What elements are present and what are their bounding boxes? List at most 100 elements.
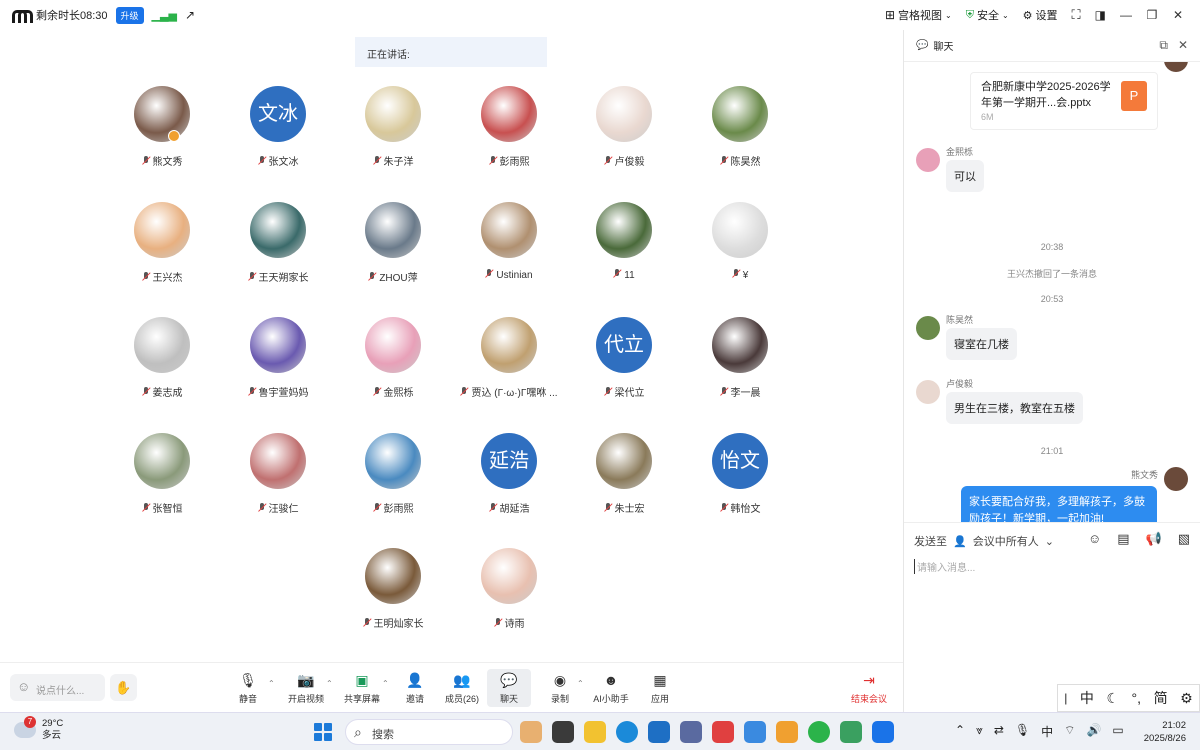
microphone-icon[interactable]: 🎙 bbox=[1015, 723, 1030, 740]
cloud-app-icon[interactable] bbox=[744, 721, 766, 743]
battery-icon[interactable]: ▭ bbox=[1112, 723, 1123, 740]
participant-tile[interactable]: 王兴杰 bbox=[104, 202, 220, 302]
reaction-input[interactable]: 说点什么... bbox=[10, 674, 105, 701]
tray-app-icon[interactable]: ⩔ bbox=[976, 723, 983, 740]
speaker-icon[interactable]: 🔊 bbox=[1086, 723, 1101, 740]
moon-icon[interactable]: ☾ bbox=[1106, 690, 1119, 707]
close-chat-icon[interactable]: ✕ bbox=[1178, 38, 1188, 53]
settings-button[interactable]: ⚙ 设置 bbox=[1023, 7, 1058, 23]
avatar bbox=[712, 86, 768, 142]
message-bubble: 男生在三楼，教室在五楼 bbox=[946, 392, 1083, 424]
participant-tile[interactable]: 王天朔家长 bbox=[220, 202, 336, 302]
participant-tile[interactable]: 11 bbox=[566, 202, 682, 302]
wifi-icon[interactable]: ⌔ bbox=[1064, 723, 1075, 740]
app-icon[interactable] bbox=[840, 721, 862, 743]
participant-name: 金熙栎 bbox=[383, 388, 414, 399]
wechat-icon[interactable] bbox=[808, 721, 830, 743]
gallery-view-button[interactable]: ⊞ 宫格视图 ⌄ bbox=[885, 7, 952, 23]
chevron-up-icon[interactable]: ⌃ bbox=[955, 723, 965, 740]
participant-tile[interactable]: 陈昊然 bbox=[682, 86, 798, 186]
mute-options-caret[interactable]: ⌃ bbox=[268, 679, 275, 688]
share-screen-button[interactable]: ▣ 共享屏幕 bbox=[337, 671, 387, 705]
restore-button[interactable]: ❐ bbox=[1146, 8, 1158, 22]
fullscreen-icon[interactable]: ⛶ bbox=[1072, 7, 1081, 23]
apps-button[interactable]: ▦ 应用 bbox=[635, 671, 685, 705]
participant-tile[interactable]: ¥ bbox=[682, 202, 798, 302]
end-meeting-button[interactable]: ⇥ 结束会议 bbox=[844, 671, 894, 705]
app-icon[interactable] bbox=[712, 721, 734, 743]
message-input[interactable]: 请输入消息... bbox=[914, 559, 975, 574]
record-button[interactable]: ◉ 录制 bbox=[535, 671, 585, 705]
participant-tile[interactable]: 姜志成 bbox=[104, 317, 220, 417]
participant-tile[interactable]: 贾込 (Γ·ω·)Γ嘿咻 ... bbox=[451, 317, 567, 417]
send-target-selector[interactable]: 发送至 👤 会议中所有人 ⌄ bbox=[914, 533, 1054, 549]
dog-widget-icon[interactable] bbox=[520, 721, 542, 743]
file-attachment[interactable]: 合肥新康中学2025-2026学年第一学期开...会.pptx 6M P bbox=[970, 72, 1158, 130]
participant-tile[interactable]: 金熙栎 bbox=[335, 317, 451, 417]
file-explorer-icon[interactable] bbox=[584, 721, 606, 743]
input-language[interactable]: 中 bbox=[1041, 723, 1053, 740]
close-button[interactable]: ✕ bbox=[1172, 8, 1184, 22]
clock[interactable]: 21:02 2025/8/26 bbox=[1144, 719, 1186, 745]
ime-mode-toggle[interactable]: 简 bbox=[1154, 688, 1168, 708]
participant-tile[interactable]: Ustinian bbox=[451, 202, 567, 302]
participant-tile[interactable]: 鲁宇萱妈妈 bbox=[220, 317, 336, 417]
security-button[interactable]: ⛨ 安全 ⌄ bbox=[966, 7, 1009, 23]
participant-name-row: 金熙栎 bbox=[335, 384, 451, 399]
video-button[interactable]: 📷 开启视频 bbox=[281, 671, 331, 705]
app-icon[interactable] bbox=[776, 721, 798, 743]
participant-tile[interactable]: 卢俊毅 bbox=[566, 86, 682, 186]
minimize-button[interactable]: — bbox=[1120, 8, 1132, 22]
participant-tile[interactable]: 王明灿家长 bbox=[335, 548, 451, 648]
external-link-icon[interactable]: ↗ bbox=[185, 8, 195, 22]
participant-tile[interactable]: 诗雨 bbox=[451, 548, 567, 648]
share-options-caret[interactable]: ⌃ bbox=[382, 679, 389, 688]
store-icon[interactable] bbox=[648, 721, 670, 743]
avatar bbox=[916, 148, 940, 172]
upgrade-button[interactable]: 升级 bbox=[115, 6, 144, 24]
weather-widget[interactable]: 7 29°C 多云 bbox=[14, 716, 63, 742]
popout-icon[interactable]: ⧉ bbox=[1159, 38, 1168, 53]
folder-upload-icon[interactable]: ▤ bbox=[1117, 531, 1129, 547]
ai-assistant-button[interactable]: ☻ AI小助手 bbox=[586, 671, 636, 705]
participant-tile[interactable]: 延浩 胡延浩 bbox=[451, 433, 567, 533]
app-icon[interactable] bbox=[680, 721, 702, 743]
edge-browser-icon[interactable] bbox=[616, 721, 638, 743]
avatar bbox=[481, 202, 537, 258]
mic-muted-icon bbox=[373, 156, 381, 166]
participant-tile[interactable]: 熊文秀 bbox=[104, 86, 220, 186]
video-options-caret[interactable]: ⌃ bbox=[326, 679, 333, 688]
participant-tile[interactable]: 代立 梁代立 bbox=[566, 317, 682, 417]
gear-icon[interactable]: ⚙ bbox=[1180, 690, 1193, 707]
raise-hand-button[interactable]: ✋ bbox=[110, 674, 137, 701]
chat-settings-icon[interactable]: ▧ bbox=[1178, 531, 1190, 547]
members-button[interactable]: 👥 成员(26) bbox=[437, 671, 487, 705]
participant-tile[interactable]: 李一晨 bbox=[682, 317, 798, 417]
participant-tile[interactable]: 文冰 张文冰 bbox=[220, 86, 336, 186]
chat-button[interactable]: 💬 聊天 bbox=[487, 669, 531, 707]
taskbar-search[interactable]: 搜索 bbox=[345, 719, 513, 745]
sidebar-toggle-icon[interactable]: ◨ bbox=[1095, 8, 1106, 22]
participant-tile[interactable]: ZHOU萍 bbox=[335, 202, 451, 302]
participant-tile[interactable]: 朱士宏 bbox=[566, 433, 682, 533]
participant-tile[interactable]: 朱子洋 bbox=[335, 86, 451, 186]
ime-lang-toggle[interactable]: 中 bbox=[1080, 688, 1094, 708]
participant-name-row: 王天朔家长 bbox=[220, 269, 336, 284]
megaphone-icon[interactable]: 📢 bbox=[1146, 531, 1162, 547]
mute-button[interactable]: 🎙 静音 bbox=[223, 671, 273, 705]
ime-punct-toggle[interactable]: °, bbox=[1132, 690, 1142, 706]
invite-button[interactable]: 👤 邀请 bbox=[390, 671, 440, 705]
participant-tile[interactable]: 汪骏仁 bbox=[220, 433, 336, 533]
terminal-icon[interactable] bbox=[552, 721, 574, 743]
participant-name-row: 卢俊毅 bbox=[566, 153, 682, 168]
record-options-caret[interactable]: ⌃ bbox=[577, 679, 584, 688]
participant-tile[interactable]: 怡文 韩怡文 bbox=[682, 433, 798, 533]
participant-tile[interactable]: 彭雨熙 bbox=[335, 433, 451, 533]
start-button[interactable] bbox=[314, 723, 332, 741]
participant-tile[interactable]: 张智恒 bbox=[104, 433, 220, 533]
participant-tile[interactable]: 彭雨熙 bbox=[451, 86, 567, 186]
ime-handle-icon[interactable]: | bbox=[1064, 691, 1067, 705]
meeting-app-icon[interactable] bbox=[872, 721, 894, 743]
tray-app-icon[interactable]: ⇄ bbox=[994, 723, 1004, 740]
emoji-icon[interactable]: ☺ bbox=[1088, 531, 1101, 547]
